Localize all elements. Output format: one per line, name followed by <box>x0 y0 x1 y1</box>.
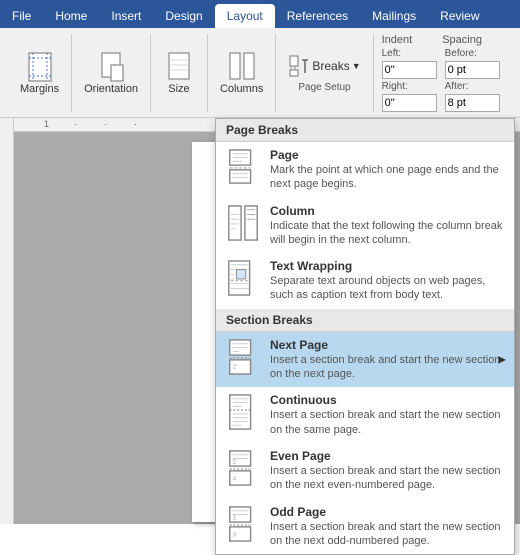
orientation-button[interactable]: Orientation <box>78 49 144 97</box>
text-wrapping-title: Text Wrapping <box>270 259 506 273</box>
menu-item-even-page[interactable]: 2 4 Even Page Insert a section break and… <box>216 443 514 499</box>
size-button[interactable]: Size <box>157 49 201 97</box>
continuous-title: Continuous <box>270 393 506 407</box>
columns-button[interactable]: Columns <box>214 49 269 97</box>
menu-item-even-page-text: Even Page Insert a section break and sta… <box>270 449 506 493</box>
svg-text:2: 2 <box>233 363 237 370</box>
ribbon-group-breaks: Breaks ▼ Page Setup <box>276 34 373 112</box>
columns-icon <box>226 51 258 83</box>
spacing-before-label: Before: <box>445 48 500 59</box>
page-breaks-header: Page Breaks <box>216 119 514 142</box>
column-break-desc: Indicate that the text following the col… <box>270 219 506 248</box>
svg-text:4: 4 <box>233 475 237 482</box>
even-page-title: Even Page <box>270 449 506 463</box>
spacing-before-input[interactable] <box>445 61 500 79</box>
spacing-before-pair: Before: <box>445 48 500 79</box>
tab-file[interactable]: File <box>0 4 43 28</box>
tab-insert[interactable]: Insert <box>99 4 153 28</box>
indent-right-label: Right: <box>382 81 437 92</box>
page-setup-label: Page Setup <box>298 82 350 93</box>
indent-right-pair: Right: <box>382 81 437 112</box>
breaks-dropdown-arrow: ▼ <box>352 61 361 71</box>
text-wrapping-desc: Separate text around objects on web page… <box>270 274 506 303</box>
odd-page-title: Odd Page <box>270 505 506 519</box>
page-break-desc: Mark the point at which one page ends an… <box>270 163 506 192</box>
margins-label: Margins <box>20 83 59 95</box>
size-label: Size <box>168 83 189 95</box>
menu-item-odd-page-text: Odd Page Insert a section break and star… <box>270 505 506 549</box>
indent-spacing-section: Indent Spacing Left: Before: Right: Afte… <box>374 34 500 112</box>
tab-design[interactable]: Design <box>153 4 214 28</box>
ribbon-tabs: File Home Insert Design Layout Reference… <box>0 0 520 28</box>
orientation-label: Orientation <box>84 83 138 95</box>
indent-left-pair: Left: <box>382 48 437 79</box>
menu-item-page-text: Page Mark the point at which one page en… <box>270 148 506 192</box>
size-icon <box>163 51 195 83</box>
indent-label: Indent <box>382 34 413 46</box>
breaks-icon <box>288 55 310 77</box>
menu-item-continuous[interactable]: Continuous Insert a section break and st… <box>216 387 514 443</box>
next-page-desc: Insert a section break and start the new… <box>270 353 506 382</box>
ruler-left <box>0 118 14 524</box>
indent-right-input[interactable] <box>382 94 437 112</box>
text-wrapping-icon <box>224 259 262 297</box>
menu-item-next-page[interactable]: 2 Next Page Insert a section break and s… <box>216 332 514 388</box>
menu-item-page[interactable]: Page Mark the point at which one page en… <box>216 142 514 198</box>
ribbon-group-orientation: Orientation <box>72 34 151 112</box>
ribbon-group-margins: Margins <box>8 34 72 112</box>
next-page-icon: 2 <box>224 338 262 376</box>
ribbon-bar: Margins Orientation <box>0 28 520 118</box>
tab-review[interactable]: Review <box>428 4 491 28</box>
orientation-icon <box>95 51 127 83</box>
page-break-icon <box>224 148 262 186</box>
columns-label: Columns <box>220 83 263 95</box>
tab-references[interactable]: References <box>275 4 360 28</box>
next-page-arrow: ▶ <box>498 354 506 365</box>
continuous-icon <box>224 393 262 431</box>
menu-item-column[interactable]: Column Indicate that the text following … <box>216 198 514 254</box>
continuous-desc: Insert a section break and start the new… <box>270 408 506 437</box>
menu-item-column-text: Column Indicate that the text following … <box>270 204 506 248</box>
breaks-dropdown-menu: Page Breaks Page Mark the point at which… <box>215 118 515 555</box>
even-page-desc: Insert a section break and start the new… <box>270 464 506 493</box>
ribbon-group-columns: Columns <box>208 34 276 112</box>
menu-item-next-page-text: Next Page Insert a section break and sta… <box>270 338 506 382</box>
section-breaks-header: Section Breaks <box>216 309 514 332</box>
spacing-after-input[interactable] <box>445 94 500 112</box>
menu-item-text-wrapping-text: Text Wrapping Separate text around objec… <box>270 259 506 303</box>
svg-text:1: 1 <box>233 514 237 521</box>
even-page-icon: 2 4 <box>224 449 262 487</box>
page-break-title: Page <box>270 148 506 162</box>
tab-layout[interactable]: Layout <box>215 4 275 28</box>
indent-left-label: Left: <box>382 48 437 59</box>
column-break-title: Column <box>270 204 506 218</box>
svg-text:3: 3 <box>233 531 237 538</box>
breaks-button[interactable]: Breaks ▼ <box>282 52 366 80</box>
indent-left-input[interactable] <box>382 61 437 79</box>
next-page-title: Next Page <box>270 338 506 352</box>
svg-text:2: 2 <box>233 458 237 465</box>
margins-icon <box>24 51 56 83</box>
margins-button[interactable]: Margins <box>14 49 65 97</box>
breaks-label: Breaks <box>312 59 349 73</box>
spacing-after-pair: After: <box>445 81 500 112</box>
menu-item-continuous-text: Continuous Insert a section break and st… <box>270 393 506 437</box>
menu-item-text-wrapping[interactable]: Text Wrapping Separate text around objec… <box>216 253 514 309</box>
column-break-icon <box>224 204 262 242</box>
menu-item-odd-page[interactable]: 1 3 Odd Page Insert a section break and … <box>216 499 514 555</box>
spacing-after-label: After: <box>445 81 500 92</box>
tab-mailings[interactable]: Mailings <box>360 4 428 28</box>
spacing-label: Spacing <box>442 34 482 46</box>
tab-home[interactable]: Home <box>43 4 99 28</box>
ribbon-group-size: Size <box>151 34 208 112</box>
